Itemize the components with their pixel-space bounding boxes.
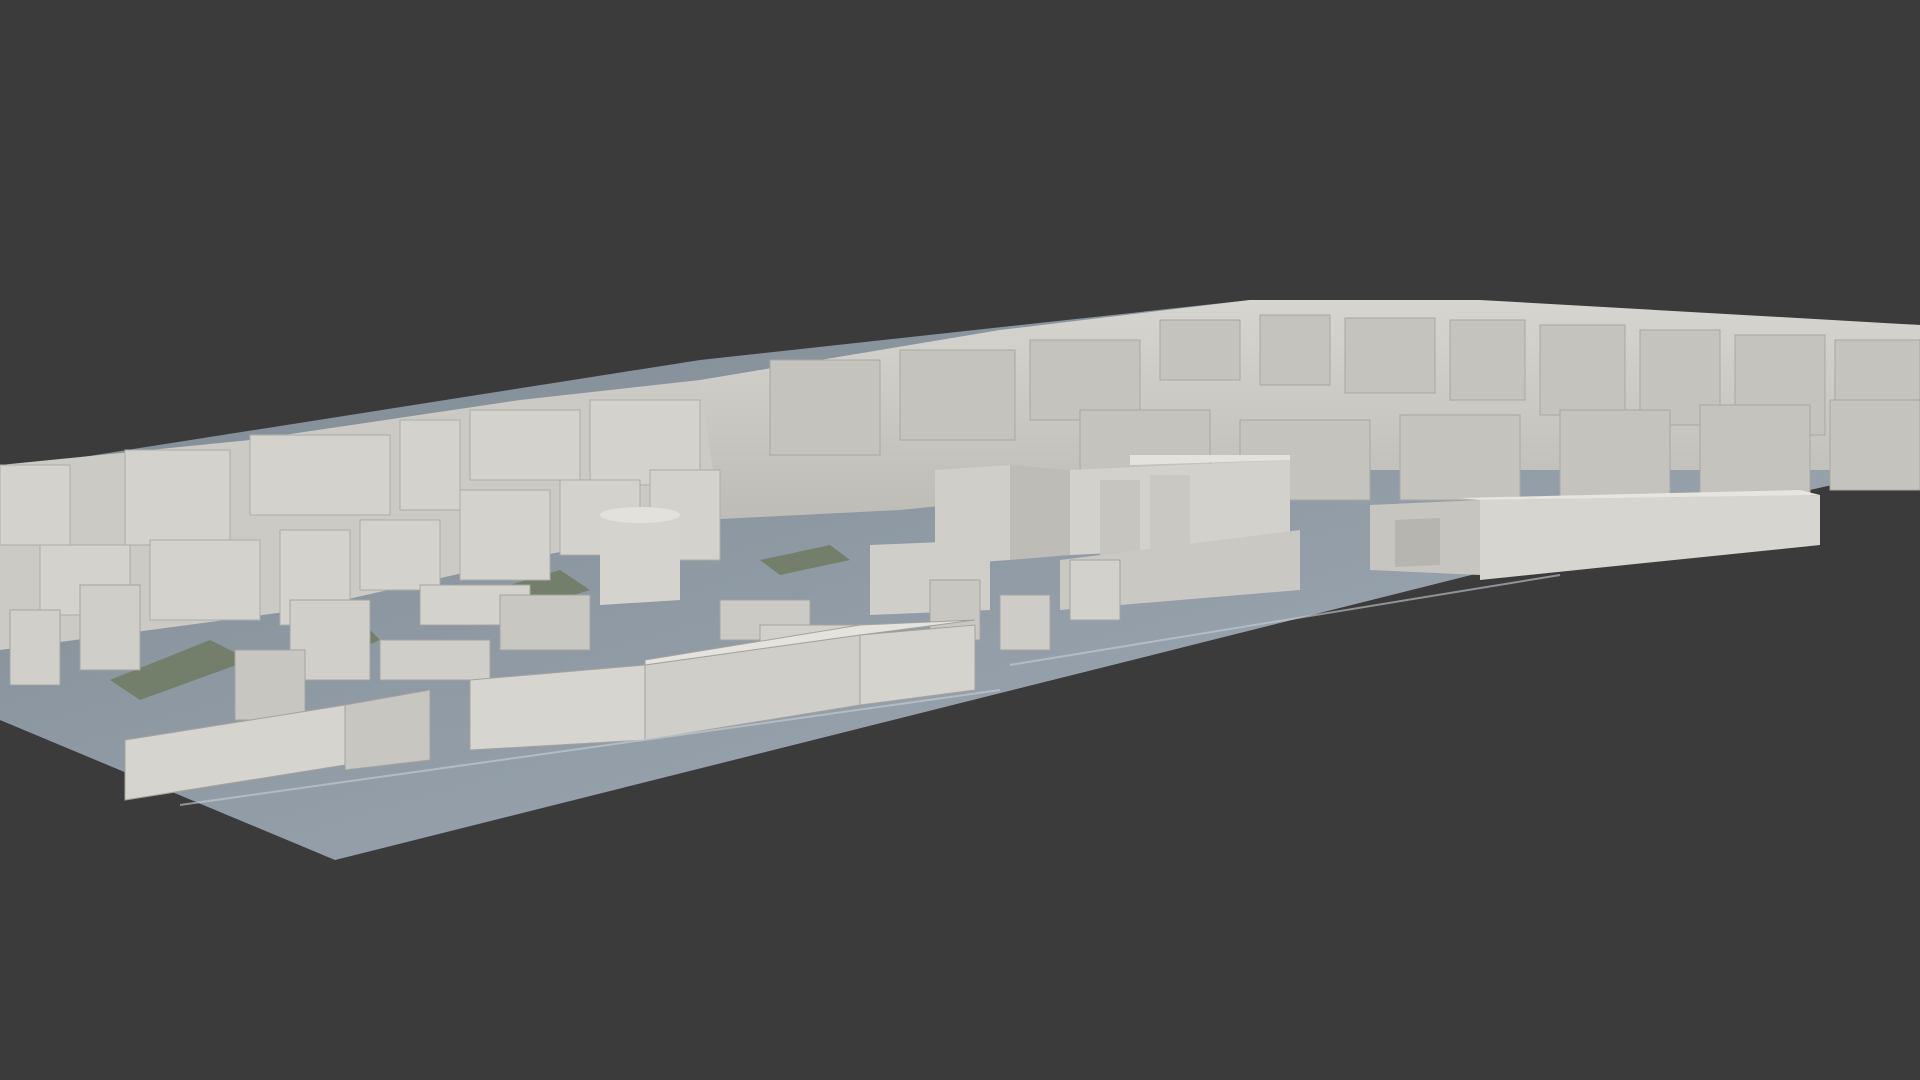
3d-viewport[interactable] <box>0 0 1920 1080</box>
far-city-blocks <box>700 300 1920 520</box>
city-model-scene[interactable] <box>0 0 1920 1080</box>
warehouse-building[interactable] <box>1370 490 1820 580</box>
